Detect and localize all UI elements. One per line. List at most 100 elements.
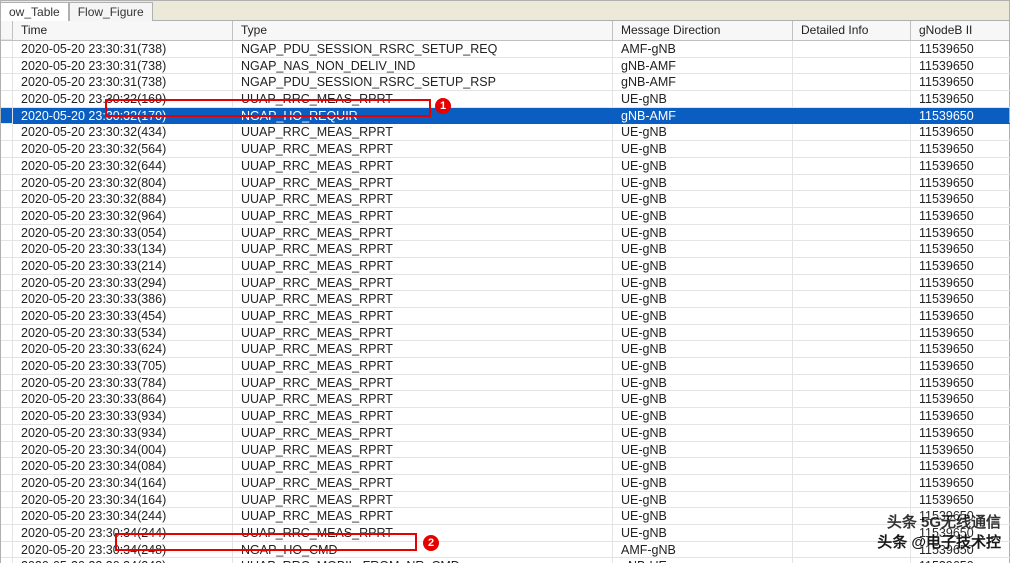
cell-time: 2020-05-20 23:30:33(784) [13,375,233,392]
cell-info [793,124,911,141]
table-row[interactable]: 2020-05-20 23:30:32(434)UUAP_RRC_MEAS_RP… [1,124,1009,141]
table-row[interactable]: 2020-05-20 23:30:31(738)NGAP_NAS_NON_DEL… [1,58,1009,75]
col-header-time[interactable]: Time [13,21,233,40]
cell-gnodeb: 11539650 [911,458,1010,475]
cell-info [793,191,911,208]
row-gutter [1,41,13,58]
cell-type: UUAP_RRC_MEAS_RPRT [233,208,613,225]
cell-info [793,108,911,125]
table-row[interactable]: 2020-05-20 23:30:34(248)UUAP_RRC_MOBIL_F… [1,558,1009,563]
table-row[interactable]: 2020-05-20 23:30:32(964)UUAP_RRC_MEAS_RP… [1,208,1009,225]
cell-gnodeb: 11539650 [911,391,1010,408]
cell-direction: UE-gNB [613,91,793,108]
table-row[interactable]: 2020-05-20 23:30:33(534)UUAP_RRC_MEAS_RP… [1,325,1009,342]
row-gutter [1,21,13,40]
cell-direction: UE-gNB [613,141,793,158]
table-row[interactable]: 2020-05-20 23:30:32(564)UUAP_RRC_MEAS_RP… [1,141,1009,158]
cell-type: UUAP_RRC_MEAS_RPRT [233,475,613,492]
tab-flow-figure[interactable]: Flow_Figure [69,2,153,21]
cell-direction: UE-gNB [613,225,793,242]
cell-type: NGAP_PDU_SESSION_RSRC_SETUP_RSP [233,74,613,91]
table-row[interactable]: 2020-05-20 23:30:34(084)UUAP_RRC_MEAS_RP… [1,458,1009,475]
table-row[interactable]: 2020-05-20 23:30:33(784)UUAP_RRC_MEAS_RP… [1,375,1009,392]
table-row[interactable]: 2020-05-20 23:30:33(624)UUAP_RRC_MEAS_RP… [1,341,1009,358]
cell-direction: UE-gNB [613,208,793,225]
cell-time: 2020-05-20 23:30:34(004) [13,442,233,459]
cell-type: UUAP_RRC_MEAS_RPRT [233,358,613,375]
cell-info [793,391,911,408]
table-row[interactable]: 2020-05-20 23:30:33(864)UUAP_RRC_MEAS_RP… [1,391,1009,408]
table-row[interactable]: 2020-05-20 23:30:33(934)UUAP_RRC_MEAS_RP… [1,425,1009,442]
cell-info [793,492,911,509]
cell-time: 2020-05-20 23:30:33(386) [13,291,233,308]
row-gutter [1,308,13,325]
cell-time: 2020-05-20 23:30:32(564) [13,141,233,158]
table-row[interactable]: 2020-05-20 23:30:34(244)UUAP_RRC_MEAS_RP… [1,508,1009,525]
cell-gnodeb: 11539650 [911,325,1010,342]
cell-gnodeb: 11539650 [911,41,1010,58]
row-gutter [1,442,13,459]
cell-type: UUAP_RRC_MEAS_RPRT [233,375,613,392]
tab-label: Flow_Figure [78,5,144,19]
row-gutter [1,141,13,158]
cell-time: 2020-05-20 23:30:34(084) [13,458,233,475]
table-row[interactable]: 2020-05-20 23:30:33(386)UUAP_RRC_MEAS_RP… [1,291,1009,308]
row-gutter [1,458,13,475]
tab-flow-table[interactable]: ow_Table [1,2,69,21]
table-row[interactable]: 2020-05-20 23:30:33(294)UUAP_RRC_MEAS_RP… [1,275,1009,292]
table-row[interactable]: 2020-05-20 23:30:32(170)NGAP_HO_REQUIRgN… [1,108,1009,125]
cell-gnodeb: 11539650 [911,275,1010,292]
cell-info [793,442,911,459]
cell-info [793,508,911,525]
cell-type: UUAP_RRC_MEAS_RPRT [233,258,613,275]
col-header-gnodeb[interactable]: gNodeB II [911,21,1010,40]
table-row[interactable]: 2020-05-20 23:30:34(164)UUAP_RRC_MEAS_RP… [1,475,1009,492]
cell-time: 2020-05-20 23:30:34(164) [13,492,233,509]
table-row[interactable]: 2020-05-20 23:30:34(164)UUAP_RRC_MEAS_RP… [1,492,1009,509]
cell-direction: UE-gNB [613,258,793,275]
cell-gnodeb: 11539650 [911,341,1010,358]
table-row[interactable]: 2020-05-20 23:30:33(054)UUAP_RRC_MEAS_RP… [1,225,1009,242]
col-header-direction[interactable]: Message Direction [613,21,793,40]
cell-direction: gNB-UE [613,558,793,563]
row-gutter [1,74,13,91]
table-row[interactable]: 2020-05-20 23:30:31(738)NGAP_PDU_SESSION… [1,74,1009,91]
cell-direction: UE-gNB [613,408,793,425]
table-row[interactable]: 2020-05-20 23:30:33(934)UUAP_RRC_MEAS_RP… [1,408,1009,425]
table-row[interactable]: 2020-05-20 23:30:33(134)UUAP_RRC_MEAS_RP… [1,241,1009,258]
table-row[interactable]: 2020-05-20 23:30:32(884)UUAP_RRC_MEAS_RP… [1,191,1009,208]
table-row[interactable]: 2020-05-20 23:30:32(169)UUAP_RRC_MEAS_RP… [1,91,1009,108]
cell-info [793,542,911,559]
table-row[interactable]: 2020-05-20 23:30:34(004)UUAP_RRC_MEAS_RP… [1,442,1009,459]
cell-direction: UE-gNB [613,175,793,192]
cell-direction: UE-gNB [613,425,793,442]
cell-direction: UE-gNB [613,241,793,258]
cell-direction: UE-gNB [613,442,793,459]
cell-time: 2020-05-20 23:30:32(170) [13,108,233,125]
table-row[interactable]: 2020-05-20 23:30:33(705)UUAP_RRC_MEAS_RP… [1,358,1009,375]
cell-info [793,458,911,475]
col-header-type[interactable]: Type [233,21,613,40]
table-row[interactable]: 2020-05-20 23:30:33(454)UUAP_RRC_MEAS_RP… [1,308,1009,325]
cell-time: 2020-05-20 23:30:32(804) [13,175,233,192]
table-row[interactable]: 2020-05-20 23:30:31(738)NGAP_PDU_SESSION… [1,41,1009,58]
cell-time: 2020-05-20 23:30:31(738) [13,41,233,58]
table-row[interactable]: 2020-05-20 23:30:33(214)UUAP_RRC_MEAS_RP… [1,258,1009,275]
cell-gnodeb: 11539650 [911,425,1010,442]
cell-info [793,408,911,425]
cell-info [793,141,911,158]
row-gutter [1,208,13,225]
col-header-info[interactable]: Detailed Info [793,21,911,40]
cell-info [793,225,911,242]
row-gutter [1,58,13,75]
row-gutter [1,408,13,425]
cell-type: UUAP_RRC_MEAS_RPRT [233,458,613,475]
cell-info [793,525,911,542]
table-row[interactable]: 2020-05-20 23:30:34(244)UUAP_RRC_MEAS_RP… [1,525,1009,542]
table-row[interactable]: 2020-05-20 23:30:32(644)UUAP_RRC_MEAS_RP… [1,158,1009,175]
table-row[interactable]: 2020-05-20 23:30:32(804)UUAP_RRC_MEAS_RP… [1,175,1009,192]
table-row[interactable]: 2020-05-20 23:30:34(248)NGAP_HO_CMDAMF-g… [1,542,1009,559]
cell-gnodeb: 11539650 [911,141,1010,158]
cell-type: UUAP_RRC_MEAS_RPRT [233,508,613,525]
row-gutter [1,375,13,392]
